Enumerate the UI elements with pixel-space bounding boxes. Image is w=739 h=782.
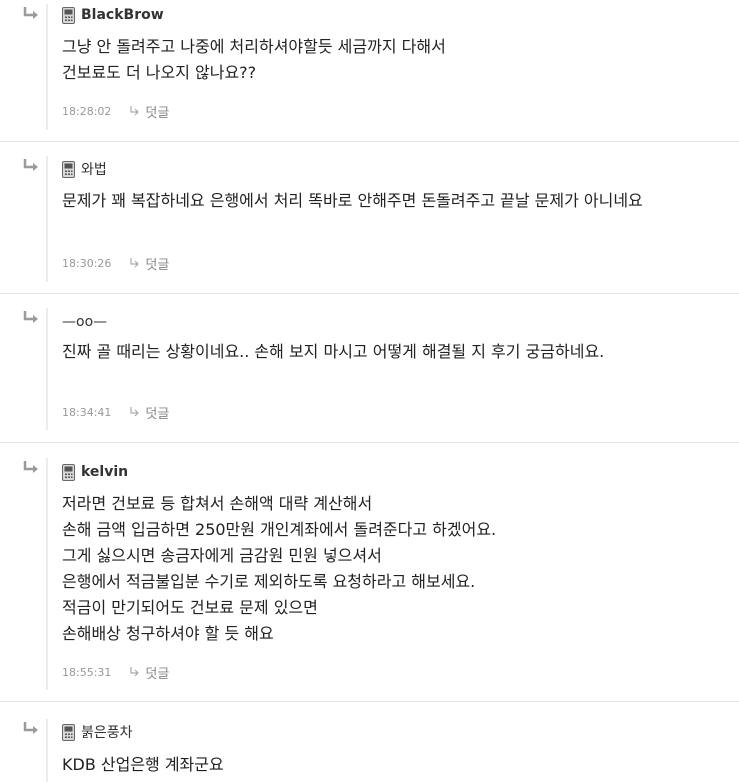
reply-arrow-icon <box>23 7 38 19</box>
comment-item: —oo— 진짜 골 때리는 상황이네요.. 손해 보지 마시고 어떻게 해결될 … <box>0 294 739 443</box>
comment-item: 붉은풍차 KDB 산업은행 계좌군요 <box>0 702 739 782</box>
comment-author[interactable]: 와법 <box>81 159 107 179</box>
comment-timestamp: 18:30:26 <box>62 256 112 270</box>
thread-line <box>46 308 48 430</box>
comment-text-line: 그게 싫으시면 송금자에게 금감원 민원 넣으셔서 <box>62 546 382 565</box>
comment-item: BlackBrow 그냥 안 돌려주고 나중에 처리하셔야할듯 세금까지 다해서… <box>0 0 739 142</box>
comment-item: 와법 문제가 꽤 복잡하네요 은행에서 처리 똑바로 안해주면 돈돌려주고 끝날… <box>0 142 739 294</box>
comment-text-line: 문제가 꽤 복잡하네요 은행에서 처리 똑바로 안해주면 돈돌려주고 끝날 문제… <box>62 191 643 210</box>
comment-text-line: 건보료도 더 나오지 않나요?? <box>62 63 257 82</box>
comment-text-line: 그냥 안 돌려주고 나중에 처리하셔야할듯 세금까지 다해서 <box>62 37 446 56</box>
reply-arrow-icon <box>23 461 38 473</box>
reply-label: 덧글 <box>145 257 170 273</box>
comment-timestamp: 18:28:02 <box>62 104 112 118</box>
comment-text-line: 손해 금액 입금하면 250만원 개인계좌에서 돌려준다고 하겠어요. <box>62 520 497 539</box>
thread-line <box>46 719 48 782</box>
reply-label: 덧글 <box>145 105 170 121</box>
comment-timestamp: 18:34:41 <box>62 405 112 419</box>
mobile-phone-icon <box>62 160 75 178</box>
reply-label: 덧글 <box>145 666 170 682</box>
thread-line <box>46 156 48 282</box>
comment-author[interactable]: —oo— <box>62 314 107 330</box>
reply-arrow-small-icon <box>130 407 140 417</box>
thread-line <box>46 4 48 130</box>
comment-text-line: 저라면 건보료 등 합쳐서 손해액 대략 계산해서 <box>62 494 373 513</box>
reply-arrow-small-icon <box>130 106 140 116</box>
reply-arrow-icon <box>23 722 38 734</box>
comment-text-line: 진짜 골 때리는 상황이네요.. 손해 보지 마시고 어떻게 해결될 지 후기 … <box>62 342 605 361</box>
reply-label: 덧글 <box>145 406 170 422</box>
mobile-phone-icon <box>62 6 75 24</box>
comment-text-line: 적금이 만기되어도 건보료 문제 있으면 <box>62 598 318 617</box>
comment-item: kelvin 저라면 건보료 등 합쳐서 손해액 대략 계산해서 손해 금액 입… <box>0 443 739 702</box>
comment-text-line: KDB 산업은행 계좌군요 <box>62 755 224 774</box>
comment-text-line: 손해배상 청구하셔야 할 듯 해요 <box>62 624 274 643</box>
thread-line <box>46 458 48 690</box>
mobile-phone-icon <box>62 463 75 481</box>
reply-arrow-small-icon <box>130 258 140 268</box>
reply-arrow-icon <box>23 311 38 323</box>
comment-timestamp: 18:55:31 <box>62 665 112 679</box>
mobile-phone-icon <box>62 723 75 741</box>
reply-button[interactable]: 덧글 <box>129 663 169 682</box>
reply-arrow-icon <box>23 159 38 171</box>
comment-author[interactable]: 붉은풍차 <box>81 722 133 742</box>
comment-author[interactable]: BlackBrow <box>81 7 164 23</box>
comment-author[interactable]: kelvin <box>81 464 128 480</box>
reply-button[interactable]: 덧글 <box>129 403 169 422</box>
reply-button[interactable]: 덧글 <box>129 102 169 121</box>
reply-arrow-small-icon <box>130 667 140 677</box>
comment-text-line: 은행에서 적금불입분 수기로 제외하도록 요청하라고 해보세요. <box>62 572 476 591</box>
reply-button[interactable]: 덧글 <box>129 254 169 273</box>
